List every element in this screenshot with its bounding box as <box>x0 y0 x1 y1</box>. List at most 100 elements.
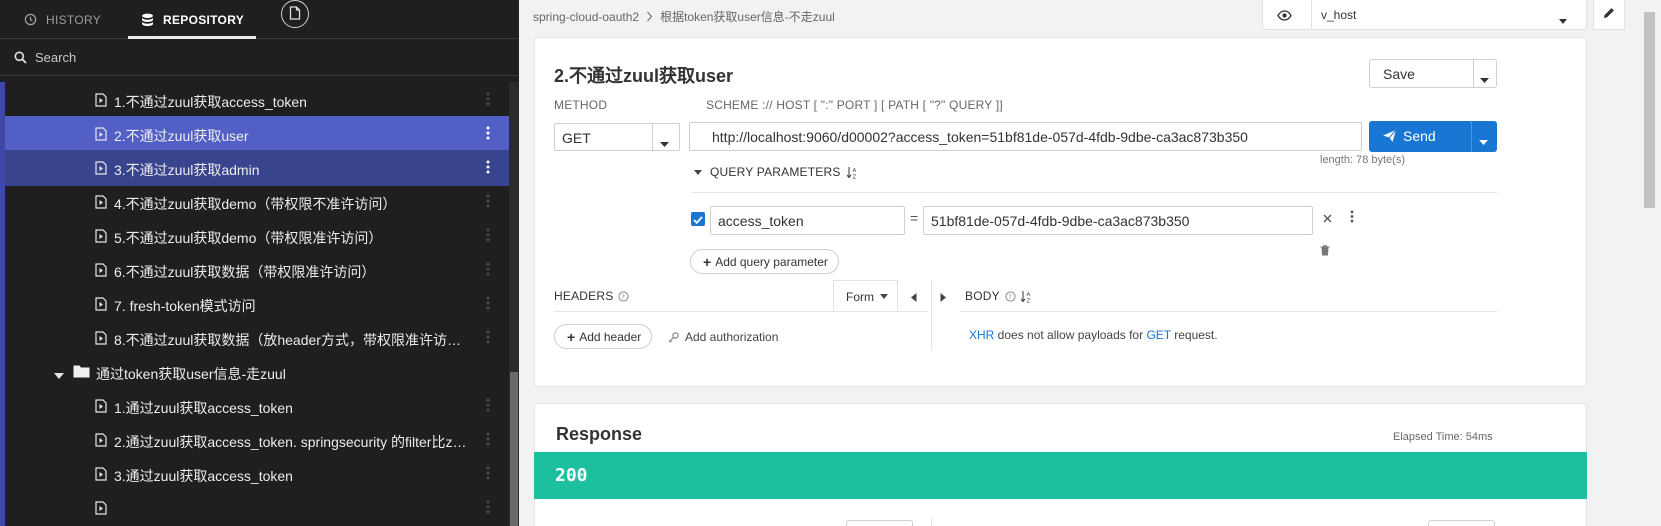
sidebar-scrollbar-thumb[interactable] <box>510 372 518 526</box>
more-vertical-icon[interactable] <box>485 398 491 414</box>
active-tab-indicator <box>128 36 256 39</box>
tree-request-item[interactable]: 4.不通过zuul获取demo（带权限不准许访问） <box>5 184 509 220</box>
body-section-label: BODY ? AZ <box>965 289 1032 303</box>
response-headers-select[interactable] <box>846 520 913 526</box>
collapse-right-icon[interactable] <box>940 290 946 305</box>
tree-request-item[interactable]: 2.不通过zuul获取user <box>5 116 509 152</box>
request-file-icon <box>95 93 107 110</box>
more-vertical-icon[interactable] <box>485 500 491 516</box>
plus-icon: + <box>567 328 576 345</box>
request-file-icon <box>95 399 107 416</box>
tab-history[interactable]: HISTORY <box>24 0 101 39</box>
search-input[interactable] <box>35 50 435 65</box>
more-vertical-icon[interactable] <box>485 92 491 108</box>
send-button[interactable]: Send <box>1369 121 1497 152</box>
main-scrollbar-track[interactable] <box>1638 0 1661 526</box>
payload-msg-end: request. <box>1170 328 1218 342</box>
checkmark-icon <box>693 212 703 227</box>
document-icon <box>289 5 301 23</box>
query-params-toggle[interactable]: QUERY PARAMETERS AZ <box>694 165 858 179</box>
caret-down-icon <box>694 169 702 175</box>
body-divider <box>960 311 1497 312</box>
save-button-label: Save <box>1383 66 1415 82</box>
tab-history-label: HISTORY <box>46 12 102 27</box>
tree-item-label: 6.不通过zuul获取数据（带权限准许访问） <box>114 264 376 280</box>
breadcrumb-project[interactable]: spring-cloud-oauth2 <box>533 10 639 24</box>
response-body-select[interactable] <box>1428 520 1495 526</box>
tab-repository[interactable]: REPOSITORY <box>141 0 244 39</box>
url-input[interactable]: http://localhost:9060/d00002?access_toke… <box>689 122 1362 151</box>
headers-form-select[interactable]: Form <box>833 280 898 312</box>
query-param-value-input[interactable]: 51bf81de-057d-4fdb-9dbe-ca3ac873b350 <box>923 206 1313 235</box>
sidebar: HISTORY REPOSITORY 1.不通过zuul获取access <box>0 0 519 526</box>
more-vertical-icon[interactable] <box>485 194 491 210</box>
environment-selector[interactable]: v_host <box>1262 0 1587 30</box>
eye-icon[interactable] <box>1277 9 1292 24</box>
add-query-parameter-button[interactable]: + Add query parameter <box>690 249 839 274</box>
method-split-divider <box>652 124 653 150</box>
help-circle-icon[interactable]: ? <box>618 290 630 302</box>
caret-down-icon <box>660 135 669 150</box>
help-circle-icon[interactable]: ? <box>1005 290 1016 302</box>
sort-az-icon[interactable]: AZ <box>1020 290 1032 303</box>
request-file-icon <box>95 195 107 212</box>
more-vertical-icon[interactable] <box>485 330 491 346</box>
headers-body-divider <box>931 280 932 350</box>
query-param-key-input[interactable]: access_token <box>710 206 905 235</box>
svg-text:?: ? <box>1008 293 1012 301</box>
tree-request-item[interactable]: 8.不通过zuul获取数据（放header方式，带权限准许访问） <box>5 320 509 356</box>
add-header-button[interactable]: + Add header <box>554 324 653 349</box>
main-scrollbar-thumb[interactable] <box>1644 12 1655 208</box>
new-document-button[interactable] <box>281 0 309 28</box>
pencil-icon <box>1603 7 1615 22</box>
tree-request-item[interactable]: 2.通过zuul获取access_token. springsecurity 的… <box>5 422 509 458</box>
edit-environment-button[interactable] <box>1593 0 1625 30</box>
query-param-enabled-checkbox[interactable] <box>691 212 705 226</box>
caret-down-icon[interactable] <box>1479 133 1488 148</box>
tree-request-item[interactable]: 5.不通过zuul获取demo（带权限准许访问） <box>5 218 509 254</box>
more-vertical-icon[interactable] <box>485 466 491 482</box>
more-vertical-icon[interactable] <box>485 296 491 312</box>
tree-request-item[interactable]: 6.不通过zuul获取数据（带权限准许访问） <box>5 252 509 288</box>
caret-down-icon[interactable] <box>1480 71 1489 86</box>
save-button[interactable]: Save <box>1369 59 1497 88</box>
database-icon <box>141 13 154 27</box>
tree-folder[interactable]: 通过token获取user信息-走zuul <box>5 354 509 390</box>
env-divider <box>1311 0 1312 30</box>
elapsed-time: Elapsed Time: 54ms <box>1393 431 1493 443</box>
sort-az-icon[interactable]: AZ <box>846 166 858 179</box>
history-icon <box>24 13 37 26</box>
status-bar: 200 <box>534 452 1587 499</box>
tree-request-item[interactable]: 1.不通过zuul获取access_token <box>5 82 509 118</box>
method-select[interactable]: GET <box>554 123 680 151</box>
tree-request-item[interactable] <box>5 490 509 526</box>
get-link[interactable]: GET <box>1146 328 1170 342</box>
more-vertical-icon[interactable] <box>485 160 491 176</box>
caret-down-icon <box>880 294 888 299</box>
more-vertical-icon[interactable] <box>485 126 491 142</box>
more-vertical-icon[interactable] <box>485 262 491 278</box>
tree-request-item[interactable]: 3.不通过zuul获取admin <box>5 150 509 186</box>
add-authorization-button[interactable]: Add authorization <box>668 330 778 344</box>
collapse-left-icon[interactable] <box>911 290 917 305</box>
add-query-parameter-label: Add query parameter <box>715 254 828 269</box>
remove-param-close-icon[interactable] <box>1323 210 1332 226</box>
folder-icon <box>73 364 90 381</box>
xhr-link[interactable]: XHR <box>969 328 994 342</box>
breadcrumb-folder[interactable]: 根据token获取user信息-不走zuul <box>660 8 835 25</box>
tab-repository-label: REPOSITORY <box>163 12 245 27</box>
tree-item-label: 4.不通过zuul获取demo（带权限不准许访问） <box>114 196 397 212</box>
tree-item-label: 3.通过zuul获取access_token <box>114 468 293 484</box>
more-vertical-icon[interactable] <box>485 228 491 244</box>
request-file-icon <box>95 263 107 280</box>
more-vertical-icon[interactable] <box>485 432 491 448</box>
payload-msg-text: does not allow payloads for <box>994 328 1147 342</box>
tree-request-item[interactable]: 3.通过zuul获取access_token <box>5 456 509 492</box>
param-more-vertical-icon[interactable] <box>1350 210 1354 225</box>
request-file-icon <box>95 297 107 314</box>
add-header-label: Add header <box>579 329 642 344</box>
caret-down-icon[interactable] <box>54 366 64 382</box>
tree-request-item[interactable]: 7. fresh-token模式访问 <box>5 286 509 322</box>
tree-request-item[interactable]: 1.通过zuul获取access_token <box>5 388 509 424</box>
trash-icon[interactable] <box>1320 244 1330 259</box>
